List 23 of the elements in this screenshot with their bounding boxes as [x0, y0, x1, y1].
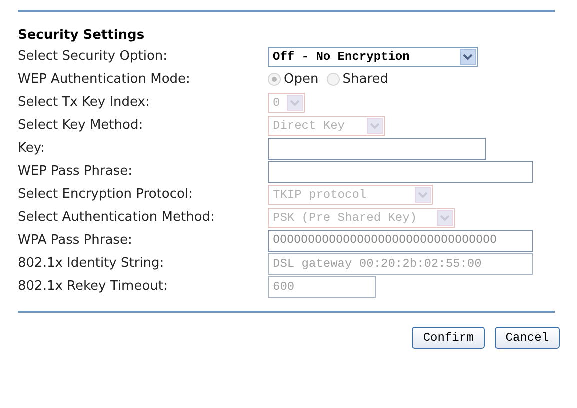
- chevron-down-icon: [287, 94, 303, 110]
- field-label: Select Encryption Protocol:: [18, 186, 194, 204]
- field-label: 802.1x Rekey Timeout:: [18, 278, 169, 296]
- chevron-down-icon: [367, 118, 383, 134]
- section-heading: Security Settings: [18, 27, 146, 45]
- chevron-down-icon: [460, 48, 476, 64]
- field-label: 802.1x Identity String:: [18, 254, 166, 273]
- field-label: Key:: [18, 140, 46, 158]
- dropdown[interactable]: Off - No Encryption: [268, 46, 478, 66]
- field-label: Select Tx Key Index:: [18, 94, 151, 112]
- text-field[interactable]: [268, 160, 533, 182]
- form-button[interactable]: Confirm: [412, 327, 485, 349]
- field-label: Select Security Option:: [18, 48, 169, 66]
- chevron-down-icon: [437, 210, 453, 226]
- field-label: WEP Authentication Mode:: [18, 70, 192, 89]
- form-button[interactable]: Cancel: [494, 327, 560, 349]
- field-label: WEP Pass Phrase:: [18, 162, 134, 181]
- chevron-down-icon: [415, 186, 431, 202]
- text-field[interactable]: [268, 138, 486, 160]
- field-label: WPA Pass Phrase:: [18, 232, 134, 250]
- field-label: Select Key Method:: [18, 116, 144, 135]
- field-label: Select Authentication Method:: [18, 208, 216, 227]
- text-field[interactable]: 00000000000000000000000000000000: [268, 230, 533, 252]
